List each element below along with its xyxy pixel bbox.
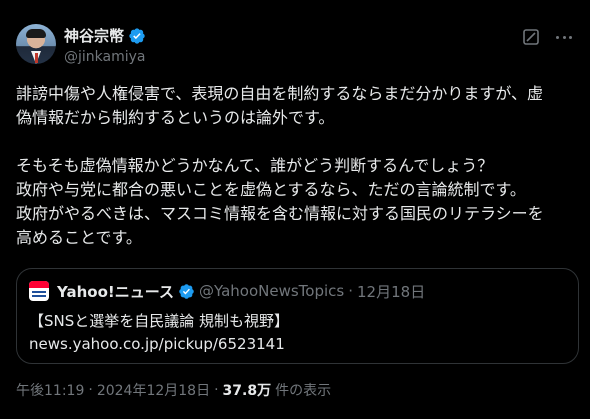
post-container: 神谷宗幣 @jinkamiya 誹謗中傷や人権侵害で、表現の自由を制約するならま… [0, 0, 590, 419]
post-text-line: 政府や与党に都合の悪いことを虚偽とするなら、ただの言論統制です。 [16, 180, 526, 199]
author-name-row: 神谷宗幣 [64, 26, 146, 46]
quoted-verified-badge-icon [178, 283, 195, 300]
post-time[interactable]: 午後11:19 [16, 380, 84, 400]
author-display-name[interactable]: 神谷宗幣 [64, 26, 124, 46]
yahoo-news-logo [29, 281, 49, 301]
avatar[interactable] [16, 24, 56, 64]
post-header: 神谷宗幣 @jinkamiya [16, 24, 574, 68]
header-actions [522, 28, 574, 46]
more-options-icon[interactable] [554, 28, 574, 46]
quoted-post-title: 【SNSと選挙を自民議論 規制も視野】 [29, 312, 290, 330]
quoted-post-header: Yahoo!ニュース @YahooNewsTopics · 12月18日 [29, 281, 566, 301]
post-text: 誹謗中傷や人権侵害で、表現の自由を制約するならまだ分かりますが、虚 偽情報だから… [16, 82, 574, 250]
quoted-post-link[interactable]: news.yahoo.co.jp/pickup/6523141 [29, 334, 566, 354]
quoted-separator: · [348, 282, 354, 300]
post-text-line: 誹謗中傷や人権侵害で、表現の自由を制約するならまだ分かりますが、虚 [16, 84, 544, 103]
verified-badge-icon[interactable] [128, 27, 146, 45]
post-text-line: 政府がやるべきは、マスコミ情報を含む情報に対する国民のリテラシーを [16, 204, 544, 223]
quoted-post-date[interactable]: 12月18日 [357, 281, 425, 302]
quoted-author-handle[interactable]: @YahooNewsTopics [199, 282, 344, 300]
post-text-line: そもそも虚偽情報かどうかなんて、誰がどう判断するんでしょう？ [16, 156, 494, 175]
views-label[interactable]: 件の表示 [275, 380, 331, 400]
post-text-line: 偽情報だから制約するというのは論外です。 [16, 108, 335, 127]
post-meta: 午後11:19 · 2024年12月18日 · 37.8万 件の表示 [16, 380, 331, 400]
post-date[interactable]: 2024年12月18日 [97, 380, 210, 400]
post-text-blank-line [16, 130, 574, 154]
author-block: 神谷宗幣 @jinkamiya [64, 26, 146, 67]
quoted-author-name[interactable]: Yahoo!ニュース [57, 281, 174, 302]
views-count[interactable]: 37.8万 [223, 380, 272, 400]
post-text-line: 高めることです。 [16, 228, 142, 247]
quoted-post-card[interactable]: Yahoo!ニュース @YahooNewsTopics · 12月18日 【SN… [16, 268, 579, 364]
author-handle[interactable]: @jinkamiya [64, 47, 146, 67]
grok-icon[interactable] [522, 28, 540, 46]
meta-separator: · [88, 382, 93, 398]
meta-separator: · [214, 382, 219, 398]
